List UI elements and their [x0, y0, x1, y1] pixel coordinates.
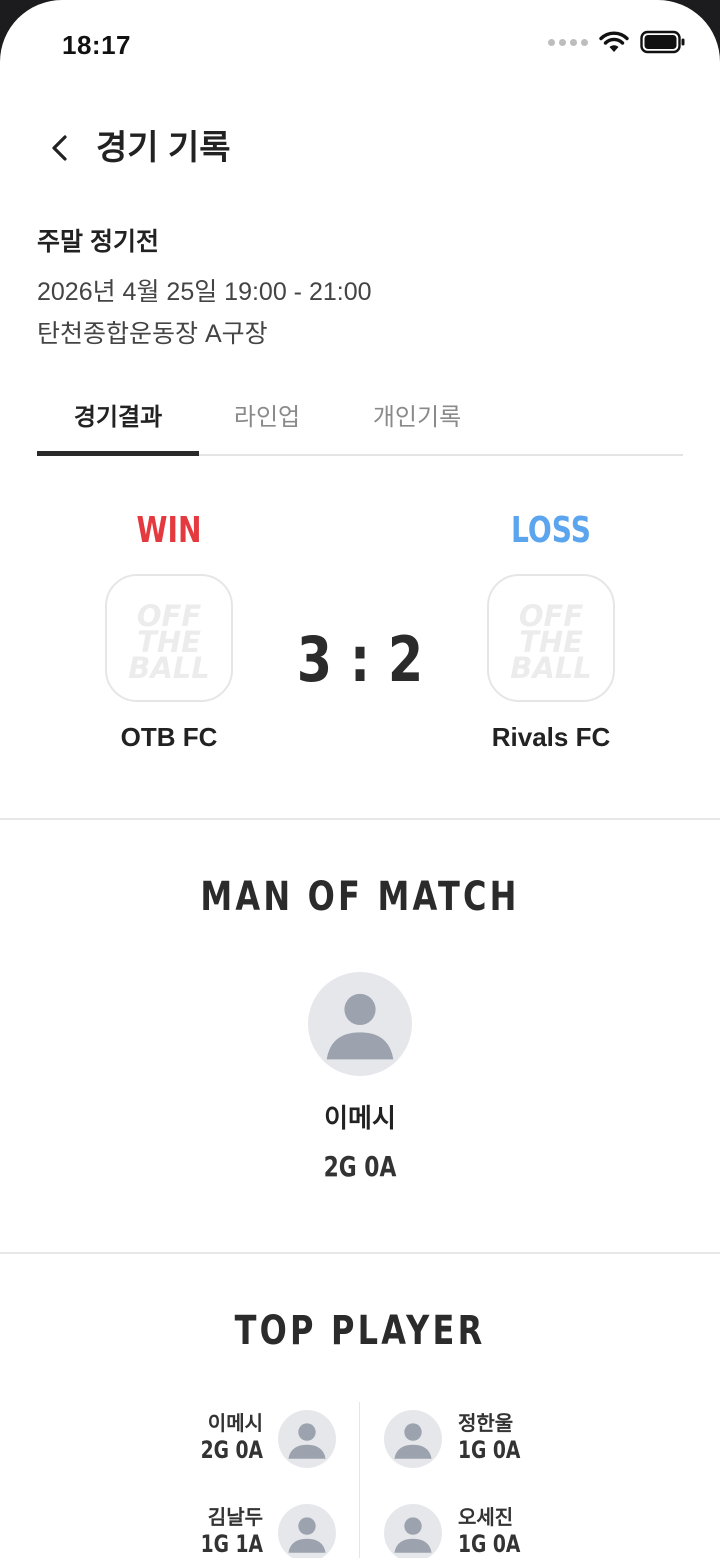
mom-avatar[interactable]: [308, 972, 412, 1076]
away-result-label: LOSS: [511, 510, 591, 551]
man-of-match-title: MAN OF MATCH: [200, 874, 520, 920]
status-bar: 18:17: [0, 0, 720, 92]
person-icon: [288, 1517, 326, 1553]
top-player-avatar[interactable]: [278, 1410, 336, 1468]
status-time: 18:17: [62, 30, 131, 60]
section-divider: [0, 1252, 720, 1254]
match-name: 주말 정기전: [37, 228, 159, 256]
back-button[interactable]: [38, 126, 82, 170]
svg-text:BALL: BALL: [510, 651, 592, 685]
tab-active-indicator: [37, 451, 199, 456]
top-player-avatar[interactable]: [278, 1504, 336, 1558]
section-divider: [0, 818, 720, 820]
svg-text:BALL: BALL: [128, 651, 210, 685]
home-team-name: OTB FC: [120, 722, 218, 752]
top-player-name: 정한울: [458, 1413, 514, 1435]
top-player-name: 오세진: [458, 1507, 514, 1529]
home-result-label: WIN: [136, 510, 202, 551]
person-icon: [326, 993, 394, 1060]
top-player-title: TOP PLAYER: [234, 1308, 486, 1354]
top-player-name: 이메시: [207, 1413, 263, 1435]
top-player-name: 김날두: [207, 1507, 263, 1529]
match-score: 3 : 2: [296, 623, 424, 696]
app-screen: 18:17 경기 기록 주말 정기전 2026년 4월 25일 19:00 - …: [0, 0, 720, 1558]
person-icon: [288, 1423, 326, 1459]
match-datetime: 2026년 4월 25일 19:00 - 21:00: [37, 278, 372, 306]
status-icons: [548, 30, 686, 54]
tab-match-result[interactable]: 경기결과: [37, 390, 199, 454]
top-player-stat: 1G 0A: [458, 1436, 521, 1464]
away-team-logo[interactable]: OFF THE BALL: [487, 574, 615, 702]
off-the-ball-logo: OFF THE BALL: [128, 599, 210, 685]
top-player-avatar[interactable]: [384, 1410, 442, 1468]
battery-icon: [640, 30, 685, 54]
tab-lineup[interactable]: 라인업: [199, 390, 335, 454]
page-title: 경기 기록: [96, 129, 231, 167]
top-player-stat: 1G 1A: [200, 1530, 263, 1558]
home-team-logo[interactable]: OFF THE BALL: [105, 574, 233, 702]
top-player-column-divider: [359, 1402, 360, 1558]
wifi-icon: [599, 31, 629, 52]
mom-player-name: 이메시: [324, 1103, 396, 1133]
top-player-avatar[interactable]: [384, 1504, 442, 1558]
match-place: 탄천종합운동장 A구장: [37, 320, 268, 348]
away-team-name: Rivals FC: [491, 722, 611, 752]
tab-bar: 경기결과 라인업 개인기록: [37, 390, 683, 456]
chevron-left-icon: [52, 135, 67, 161]
person-icon: [394, 1423, 432, 1459]
off-the-ball-logo: OFF THE BALL: [510, 599, 592, 685]
top-player-stat: 1G 0A: [458, 1530, 521, 1558]
person-icon: [394, 1517, 432, 1553]
mom-player-stat: 2G 0A: [323, 1150, 397, 1183]
top-player-stat: 2G 0A: [200, 1436, 263, 1464]
signal-icon: [548, 38, 588, 46]
tab-personal-record[interactable]: 개인기록: [355, 390, 479, 454]
